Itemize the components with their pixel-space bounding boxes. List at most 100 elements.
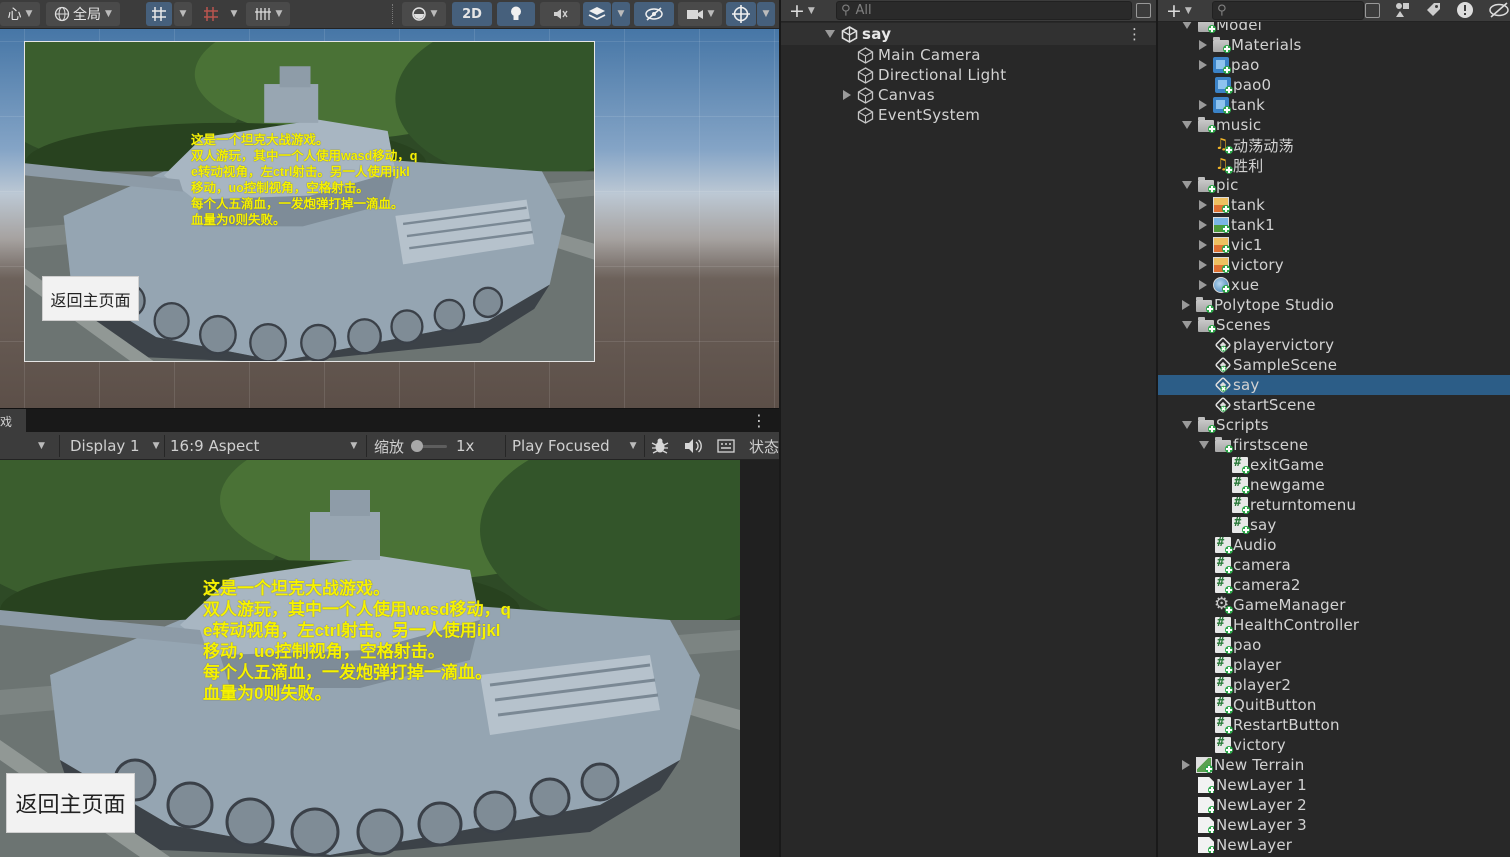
game-mode-dropdown[interactable]: ▼ xyxy=(38,432,45,460)
2d-mode-button[interactable]: 2D xyxy=(452,2,492,26)
gizmos-dropdown[interactable]: ▼ xyxy=(757,2,775,26)
search-by-type-icon[interactable] xyxy=(1365,3,1380,18)
scale-slider-thumb[interactable] xyxy=(411,439,423,452)
grid-visibility-dropdown[interactable]: ▼ xyxy=(246,2,290,26)
project-item[interactable]: pao xyxy=(1158,635,1510,655)
lighting-toggle-button[interactable] xyxy=(497,2,535,26)
hierarchy-row[interactable]: Main Camera xyxy=(843,45,981,65)
grid-snap-button[interactable] xyxy=(146,2,172,26)
project-item[interactable]: pao0 xyxy=(1158,75,1510,95)
expand-arrow-icon[interactable] xyxy=(1199,240,1207,250)
scene-options-icon[interactable]: ⋮ xyxy=(1127,25,1142,43)
project-item[interactable]: Materials xyxy=(1158,35,1510,55)
audio-toggle-button[interactable] xyxy=(540,2,580,26)
effects-dropdown[interactable]: ▼ xyxy=(612,2,630,26)
mute-audio-button[interactable] xyxy=(684,432,702,460)
project-item[interactable]: Scenes xyxy=(1158,315,1510,335)
shading-mode-dropdown[interactable]: ▼ xyxy=(402,2,446,26)
project-item[interactable]: NewLayer 1 xyxy=(1158,775,1510,795)
game-viewport[interactable]: 这是一个坦克大战游戏。 双人游玩，其中一个人使用wasd移动，q e转动视角，左… xyxy=(0,460,740,857)
effects-toggle-button[interactable] xyxy=(583,2,611,26)
expand-arrow-icon[interactable] xyxy=(1199,441,1209,449)
project-search-input[interactable]: ⚲ xyxy=(1212,1,1364,20)
expand-arrow-icon[interactable] xyxy=(1182,121,1192,129)
hierarchy-row[interactable]: EventSystem xyxy=(843,105,980,125)
gizmos-button[interactable] xyxy=(726,2,756,26)
grid-snap-dropdown[interactable]: ▼ xyxy=(174,2,192,26)
filter-by-type-icon[interactable] xyxy=(1394,2,1411,23)
increment-snap-button[interactable] xyxy=(198,2,224,26)
project-item[interactable]: say xyxy=(1158,375,1510,395)
filter-by-label-icon[interactable] xyxy=(1425,2,1442,23)
project-item[interactable]: playervictory xyxy=(1158,335,1510,355)
project-item[interactable]: Scripts xyxy=(1158,415,1510,435)
project-item[interactable]: camera xyxy=(1158,555,1510,575)
expand-arrow-icon[interactable] xyxy=(1199,60,1207,70)
hierarchy-create-button[interactable]: + ▼ xyxy=(789,0,815,22)
tab-game[interactable]: 戏 xyxy=(0,409,26,433)
hierarchy-row[interactable]: Canvas xyxy=(843,85,935,105)
shortcuts-button[interactable] xyxy=(717,432,735,460)
project-item[interactable]: QuitButton xyxy=(1158,695,1510,715)
game-return-main-button[interactable]: 返回主页面 xyxy=(6,773,135,833)
global-dropdown[interactable]: 全局 ▼ xyxy=(46,2,120,26)
project-item[interactable]: HealthController xyxy=(1158,615,1510,635)
expand-arrow-icon[interactable] xyxy=(1182,300,1190,310)
project-item[interactable]: SampleScene xyxy=(1158,355,1510,375)
project-item[interactable]: tank xyxy=(1158,95,1510,115)
display-dropdown[interactable]: Display 1 ▼ xyxy=(70,432,160,460)
project-item[interactable]: NewLayer xyxy=(1158,835,1510,855)
search-by-type-icon[interactable] xyxy=(1136,3,1151,18)
expand-arrow-icon[interactable] xyxy=(1182,321,1192,329)
expand-arrow-icon[interactable] xyxy=(1199,100,1207,110)
project-item[interactable]: GameManager xyxy=(1158,594,1510,615)
expand-arrow-icon[interactable] xyxy=(1199,200,1207,210)
project-item[interactable]: Audio xyxy=(1158,535,1510,555)
project-item[interactable]: startScene xyxy=(1158,395,1510,415)
project-item[interactable]: player2 xyxy=(1158,675,1510,695)
expand-arrow-icon[interactable] xyxy=(1199,280,1207,290)
project-item[interactable]: NewLayer 3 xyxy=(1158,815,1510,835)
project-item[interactable]: tank xyxy=(1158,195,1510,215)
expand-arrow-icon[interactable] xyxy=(1182,760,1190,770)
expand-arrow-icon[interactable] xyxy=(1182,181,1192,189)
project-item[interactable]: victory xyxy=(1158,735,1510,755)
increment-snap-dropdown[interactable]: ▼ xyxy=(226,2,242,26)
expand-arrow-icon[interactable] xyxy=(843,90,851,100)
project-item[interactable]: firstscene xyxy=(1158,435,1510,455)
hierarchy-row[interactable]: Directional Light xyxy=(843,65,1006,85)
project-item[interactable]: pao xyxy=(1158,55,1510,75)
scene-root-row[interactable]: say xyxy=(825,24,891,44)
project-item[interactable]: NewLayer 2 xyxy=(1158,795,1510,815)
project-item[interactable]: newgame xyxy=(1158,475,1510,495)
project-item[interactable]: player xyxy=(1158,655,1510,675)
expand-arrow-icon[interactable] xyxy=(1182,421,1192,429)
expand-arrow-icon[interactable] xyxy=(1182,21,1192,29)
project-item[interactable]: exitGame xyxy=(1158,455,1510,475)
scale-slider[interactable] xyxy=(411,432,447,460)
project-item[interactable]: camera2 xyxy=(1158,575,1510,595)
frame-debugger-button[interactable] xyxy=(651,432,669,460)
hierarchy-search-input[interactable]: ⚲ All xyxy=(836,1,1132,20)
project-item[interactable]: vic1 xyxy=(1158,235,1510,255)
expand-arrow-icon[interactable] xyxy=(825,30,835,38)
play-focused-dropdown[interactable]: Play Focused ▼ xyxy=(512,432,637,460)
expand-arrow-icon[interactable] xyxy=(1199,40,1207,50)
hidden-objects-toggle-button[interactable] xyxy=(634,2,674,26)
project-create-button[interactable]: + ▼ xyxy=(1166,0,1192,22)
stats-button[interactable]: 状态 xyxy=(749,432,779,460)
project-item[interactable]: 动荡动荡 xyxy=(1158,135,1510,155)
project-item[interactable]: New Terrain xyxy=(1158,755,1510,775)
project-item[interactable]: RestartButton xyxy=(1158,715,1510,735)
project-item[interactable]: victory xyxy=(1158,255,1510,275)
scene-return-main-button[interactable]: 返回主页面 xyxy=(42,276,139,321)
project-item[interactable]: 胜利 xyxy=(1158,155,1510,175)
project-item[interactable]: xue xyxy=(1158,275,1510,295)
project-item[interactable]: pic xyxy=(1158,175,1510,195)
expand-arrow-icon[interactable] xyxy=(1199,220,1207,230)
pivot-dropdown[interactable]: 心 ▼ xyxy=(0,2,40,26)
project-item[interactable]: say xyxy=(1158,515,1510,535)
aspect-dropdown[interactable]: 16:9 Aspect ▼ xyxy=(170,432,357,460)
project-item[interactable]: Polytope Studio xyxy=(1158,295,1510,315)
hierarchy-scene-header[interactable]: say ⋮ xyxy=(781,23,1156,45)
